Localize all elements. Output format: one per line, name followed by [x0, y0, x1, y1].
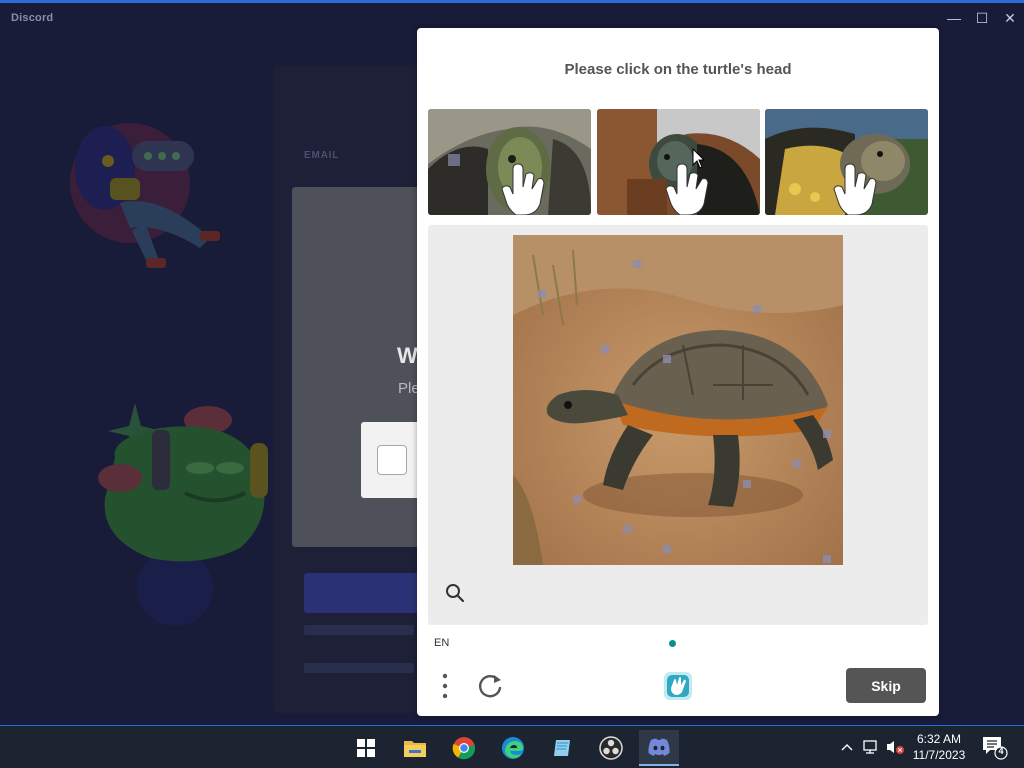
example-images [428, 109, 928, 215]
edge-icon[interactable] [493, 730, 533, 766]
hcaptcha-checkbox-widget [361, 422, 421, 498]
illustration-creature-icon [98, 403, 268, 626]
clock-date: 11/7/2023 [912, 748, 966, 762]
close-button[interactable]: ✕ [996, 8, 1024, 28]
register-link-background [304, 663, 414, 673]
illustration-person-icon [70, 123, 220, 268]
file-explorer-icon[interactable] [395, 730, 435, 766]
chrome-icon[interactable] [444, 730, 484, 766]
refresh-icon[interactable] [475, 671, 505, 701]
turtle-head-example-icon [428, 109, 591, 215]
show-hidden-icons-chevron-icon[interactable] [838, 726, 856, 768]
menu-icon[interactable] [435, 671, 455, 701]
taskbar: 6:32 AM 11/7/2023 4 [0, 726, 1024, 768]
language-selector[interactable]: EN [434, 637, 449, 649]
network-icon[interactable] [860, 726, 882, 768]
email-label: EMAIL [304, 150, 340, 161]
turtle-head-example-icon [765, 109, 928, 215]
maximize-button[interactable]: ☐ [968, 8, 996, 28]
example-image-2[interactable] [597, 109, 760, 215]
minimize-button[interactable]: — [940, 8, 968, 28]
modal-heading-fragment: W [397, 343, 418, 368]
zoom-icon[interactable] [444, 582, 466, 604]
window-title: Discord [11, 12, 54, 24]
turtle-challenge-image-icon [513, 235, 843, 565]
example-image-3[interactable] [765, 109, 928, 215]
challenge-image[interactable] [513, 235, 843, 565]
challenge-task-area [428, 225, 928, 625]
windows-start-icon[interactable] [346, 730, 386, 766]
clock-time: 6:32 AM [916, 732, 962, 746]
obs-icon[interactable] [591, 730, 631, 766]
example-image-1[interactable] [428, 109, 591, 215]
notepad-icon[interactable] [542, 730, 582, 766]
hcaptcha-challenge-dialog: Please click on the turtle's head EN Ski… [417, 28, 939, 716]
system-clock[interactable]: 6:32 AM 11/7/2023 [908, 731, 970, 763]
login-button-background [304, 573, 434, 613]
mouse-cursor-icon [692, 148, 706, 169]
challenge-prompt: Please click on the turtle's head [564, 61, 792, 78]
discord-icon[interactable] [639, 730, 679, 766]
notification-count-badge: 4 [998, 746, 1004, 756]
volume-muted-icon[interactable] [884, 726, 906, 768]
progress-dot [669, 640, 676, 647]
turtle-head-example-icon [597, 109, 760, 215]
notification-center-icon[interactable]: 4 [980, 734, 1008, 760]
hcaptcha-logo-icon [660, 668, 696, 704]
skip-button[interactable]: Skip [846, 668, 926, 703]
forgot-password-link-background [304, 625, 414, 635]
hcaptcha-checkbox[interactable] [377, 445, 407, 475]
